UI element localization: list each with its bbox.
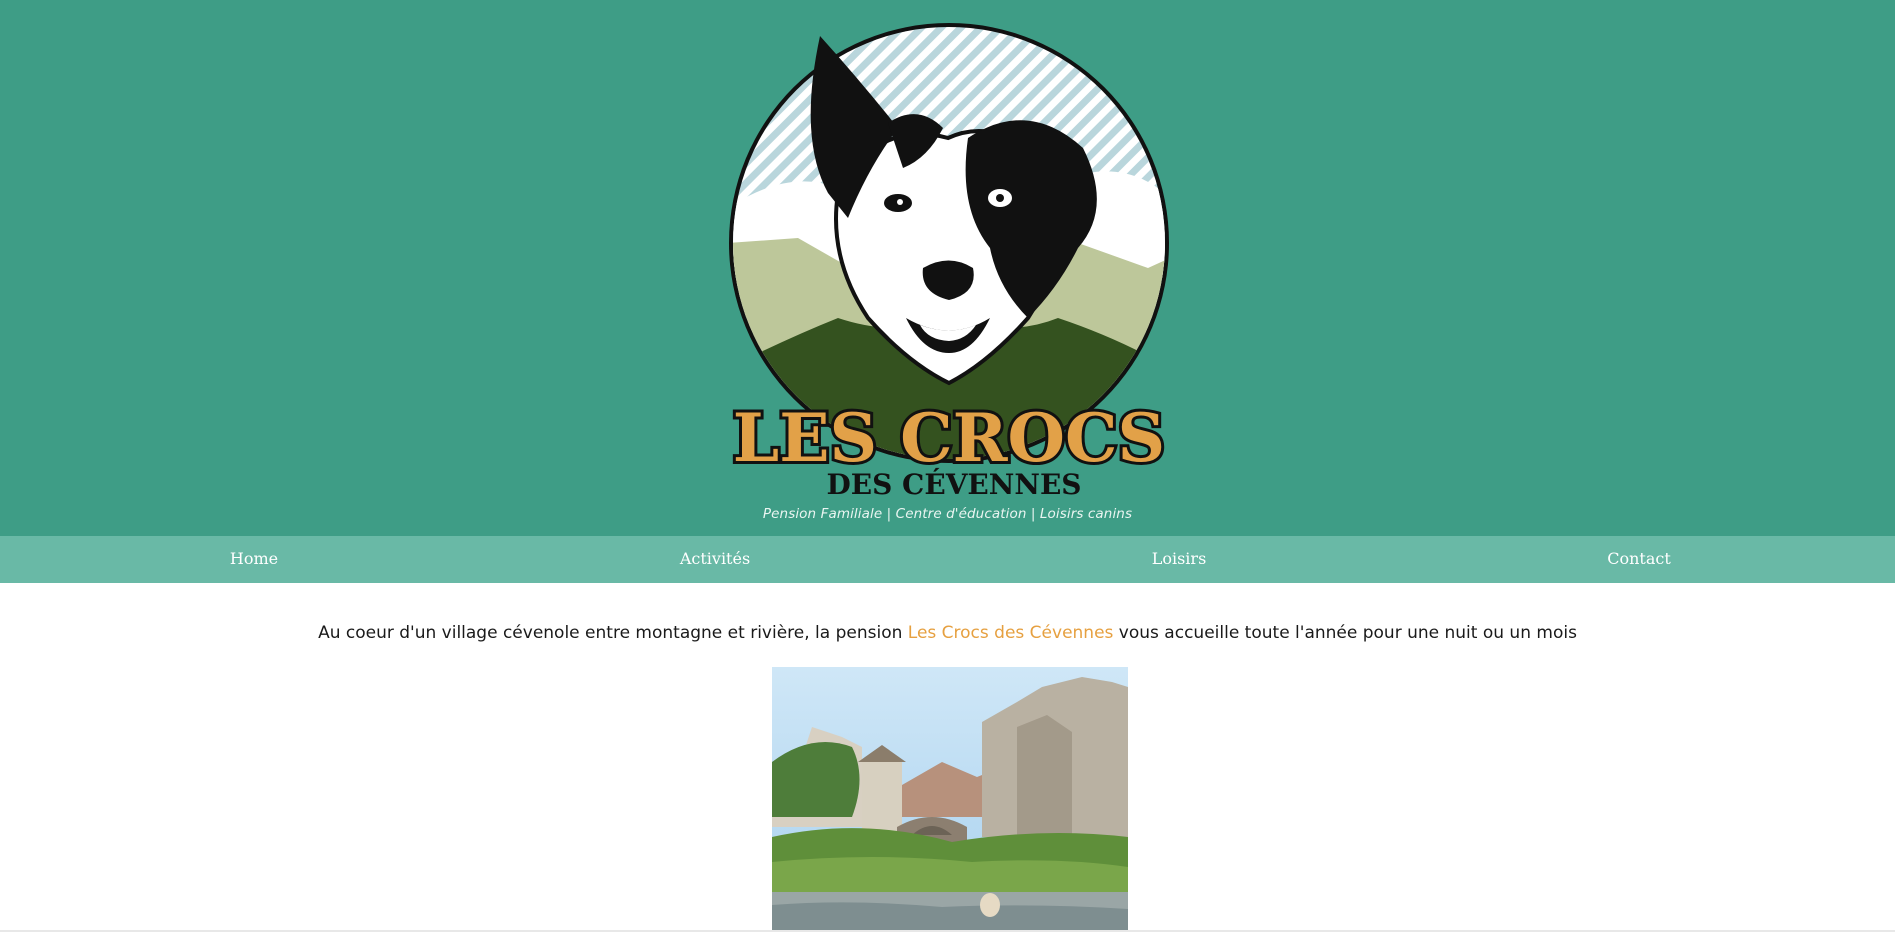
logo-subtitle: DES CÉVENNES <box>826 468 1081 496</box>
intro-text-after: vous accueille toute l'année pour une nu… <box>1113 623 1577 643</box>
nav-item-loisirs[interactable]: Loisirs <box>1152 549 1207 568</box>
intro-text: Au coeur d'un village cévenole entre mon… <box>0 623 1895 643</box>
nav-item-activites[interactable]: Activités <box>680 549 750 568</box>
site-logo[interactable]: LES CROCS DES CÉVENNES <box>728 18 1170 501</box>
site-header: LES CROCS DES CÉVENNES Pension Familiale… <box>0 0 1895 536</box>
nav-item-home[interactable]: Home <box>230 549 278 568</box>
village-river-photo <box>772 667 1128 930</box>
intro-highlight: Les Crocs des Cévennes <box>907 623 1114 643</box>
site-tagline: Pension Familiale | Centre d'éducation |… <box>762 506 1133 522</box>
main-nav: Home Activités Loisirs Contact <box>0 536 1895 583</box>
nav-item-contact[interactable]: Contact <box>1607 549 1671 568</box>
intro-text-before: Au coeur d'un village cévenole entre mon… <box>318 623 908 643</box>
logo-title: LES CROCS <box>733 399 1165 477</box>
